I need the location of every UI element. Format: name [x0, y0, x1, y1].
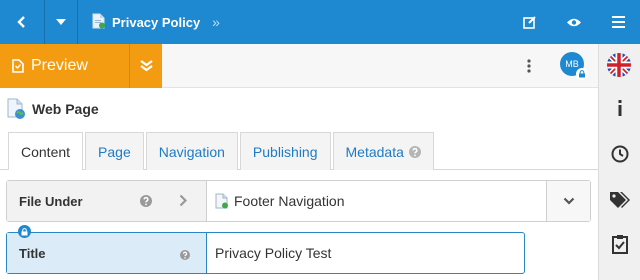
field-label: File Under	[19, 193, 83, 209]
menu-icon	[611, 16, 625, 28]
app-window: Privacy Policy » Preview MB Web Page Con…	[0, 0, 640, 280]
title-label-cell: Title	[7, 233, 207, 273]
title-input[interactable]: Privacy Policy Test	[207, 233, 524, 273]
preview-label: Preview	[31, 57, 88, 74]
tab-label: Publishing	[252, 143, 318, 160]
checklist-icon	[612, 235, 628, 254]
tab-page[interactable]: Page	[85, 132, 144, 170]
file-under-value: Footer Navigation	[234, 193, 345, 209]
breadcrumb-title[interactable]: Privacy Policy	[112, 15, 200, 30]
workflow-button[interactable]	[599, 224, 640, 264]
double-chevron-down-icon	[139, 60, 153, 72]
file-under-field: File Under Footer Navigation	[6, 180, 591, 222]
flag-uk-icon	[607, 53, 631, 77]
avatar[interactable]: MB	[560, 52, 588, 80]
field-label: Title	[19, 245, 46, 261]
back-icon	[17, 16, 25, 28]
tab-bar: Content Page Navigation Publishing Metad…	[8, 132, 436, 170]
tab-metadata[interactable]: Metadata	[332, 132, 434, 170]
divider	[77, 0, 78, 44]
preview-eye-button[interactable]	[559, 0, 589, 44]
back-button[interactable]	[0, 0, 44, 44]
preview-options-button[interactable]	[129, 44, 162, 88]
preview-page-icon	[12, 59, 24, 73]
toolbar: Preview MB	[0, 44, 598, 88]
caret-down-icon	[56, 19, 66, 25]
help-icon[interactable]	[180, 248, 190, 263]
lock-icon	[18, 225, 31, 238]
history-dropdown-button[interactable]	[45, 0, 77, 44]
file-under-select[interactable]: Footer Navigation	[207, 181, 546, 221]
chevron-down-icon	[563, 197, 574, 205]
info-button[interactable]	[599, 88, 640, 128]
help-icon[interactable]	[140, 195, 152, 210]
right-rail	[598, 44, 640, 280]
tab-label: Metadata	[345, 143, 404, 160]
breadcrumb[interactable]: Privacy Policy »	[92, 0, 220, 44]
more-actions-button[interactable]	[519, 44, 539, 88]
web-page-icon	[6, 98, 26, 120]
tab-label: Page	[98, 143, 131, 160]
edit-icon	[523, 16, 536, 29]
tab-content[interactable]: Content	[8, 132, 84, 170]
eye-icon	[567, 18, 581, 26]
title-field: Title Privacy Policy Test	[6, 232, 525, 274]
kebab-icon	[527, 59, 531, 73]
language-button[interactable]	[607, 53, 631, 77]
tags-icon	[610, 192, 630, 208]
chevron-right-icon[interactable]	[179, 194, 188, 210]
page-icon	[215, 193, 228, 209]
tags-button[interactable]	[599, 180, 640, 220]
file-under-label-cell: File Under	[7, 181, 207, 221]
menu-button[interactable]	[603, 0, 633, 44]
tab-publishing[interactable]: Publishing	[239, 132, 331, 170]
breadcrumb-more-icon[interactable]: »	[212, 14, 220, 30]
page-heading: Web Page	[6, 97, 99, 121]
page-title: Web Page	[32, 101, 99, 117]
lock-icon	[576, 68, 588, 80]
file-under-dropdown-button[interactable]	[546, 181, 590, 221]
avatar-initials: MB	[565, 59, 579, 69]
edit-button[interactable]	[515, 0, 545, 44]
history-button[interactable]	[599, 134, 640, 174]
tab-navigation[interactable]: Navigation	[145, 132, 238, 170]
title-value: Privacy Policy Test	[215, 245, 332, 261]
tab-label: Navigation	[158, 143, 225, 160]
info-icon	[618, 100, 622, 116]
help-icon[interactable]	[408, 145, 421, 158]
tab-label: Content	[21, 143, 71, 160]
clock-icon	[611, 145, 629, 163]
page-icon	[92, 13, 105, 32]
top-bar: Privacy Policy »	[0, 0, 640, 44]
preview-button[interactable]: Preview	[0, 44, 129, 88]
